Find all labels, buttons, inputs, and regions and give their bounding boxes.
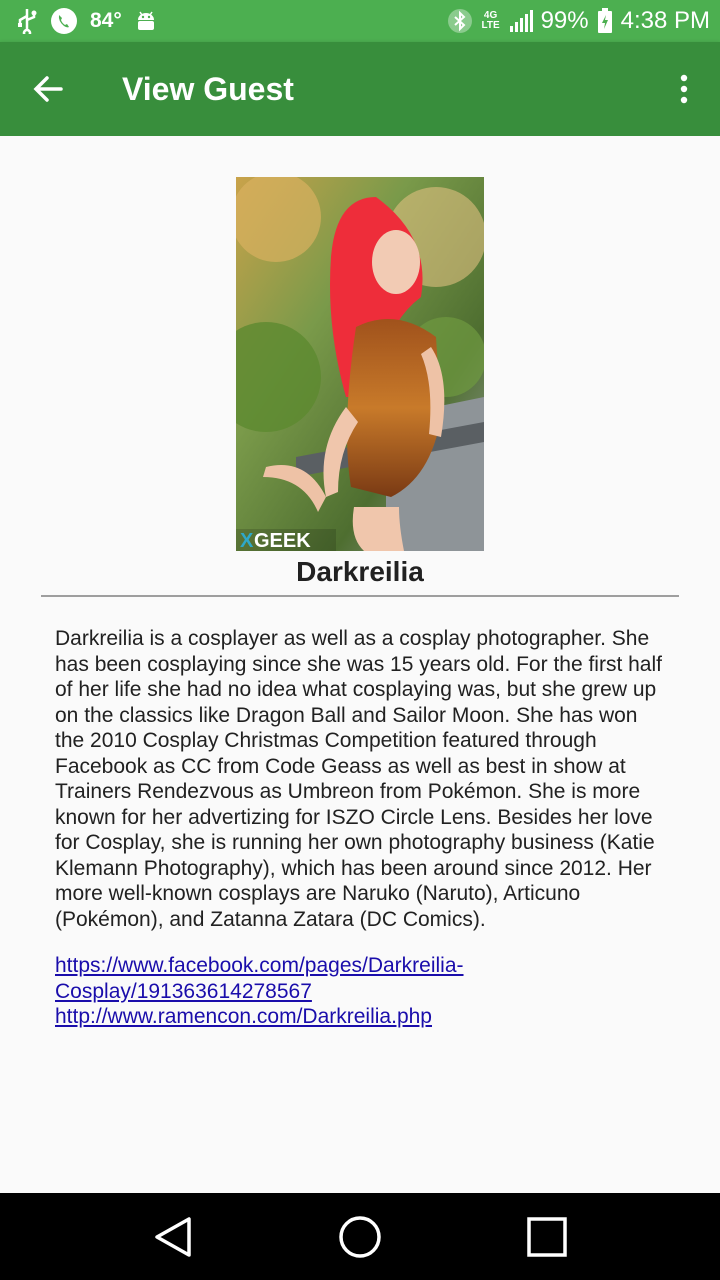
network-type-icon: 4G LTE	[481, 11, 501, 31]
system-nav-bar	[0, 1193, 720, 1280]
guest-photo: X GEEK	[236, 177, 484, 551]
battery-percent-text: 99%	[540, 7, 589, 34]
status-bar-right: 4G LTE 99% 4:38 PM	[447, 7, 710, 35]
signal-icon	[509, 9, 533, 33]
battery-icon	[597, 8, 613, 34]
phone-icon	[50, 7, 78, 35]
recents-square-icon	[526, 1216, 567, 1257]
page-title: View Guest	[122, 70, 294, 107]
usb-icon	[16, 8, 38, 34]
photo-watermark: GEEK	[254, 530, 311, 551]
nav-recents-button[interactable]	[507, 1193, 587, 1280]
guest-links: https://www.facebook.com/pages/Darkreili…	[55, 953, 670, 1030]
status-bar-left: 84°	[16, 7, 158, 35]
guest-detail-content: X GEEK Darkreilia Darkreilia is a cospla…	[0, 136, 720, 1193]
divider	[41, 595, 679, 597]
back-button[interactable]	[0, 42, 96, 136]
facebook-link[interactable]: https://www.facebook.com/pages/Darkreili…	[55, 953, 670, 1004]
app-bar: View Guest	[0, 42, 720, 136]
home-circle-icon	[339, 1215, 381, 1258]
android-icon	[134, 9, 158, 33]
back-triangle-icon	[155, 1216, 192, 1257]
status-bar: 84° 4G LTE 99% 4:38 PM	[0, 0, 720, 42]
bluetooth-icon	[447, 8, 473, 34]
overflow-menu-button[interactable]	[648, 42, 720, 136]
nav-back-button[interactable]	[133, 1193, 213, 1280]
more-vert-icon	[680, 74, 688, 104]
network-type-text: 4G LTE	[481, 10, 500, 31]
temperature-text: 84°	[90, 9, 122, 32]
guest-bio: Darkreilia is a cosplayer as well as a c…	[55, 627, 662, 931]
ramencon-link[interactable]: http://www.ramencon.com/Darkreilia.php	[55, 1004, 670, 1030]
clock-text: 4:38 PM	[620, 7, 710, 34]
guest-name: Darkreilia	[296, 556, 424, 587]
nav-home-button[interactable]	[320, 1193, 400, 1280]
svg-text:X: X	[240, 530, 254, 551]
arrow-back-icon	[33, 76, 63, 102]
